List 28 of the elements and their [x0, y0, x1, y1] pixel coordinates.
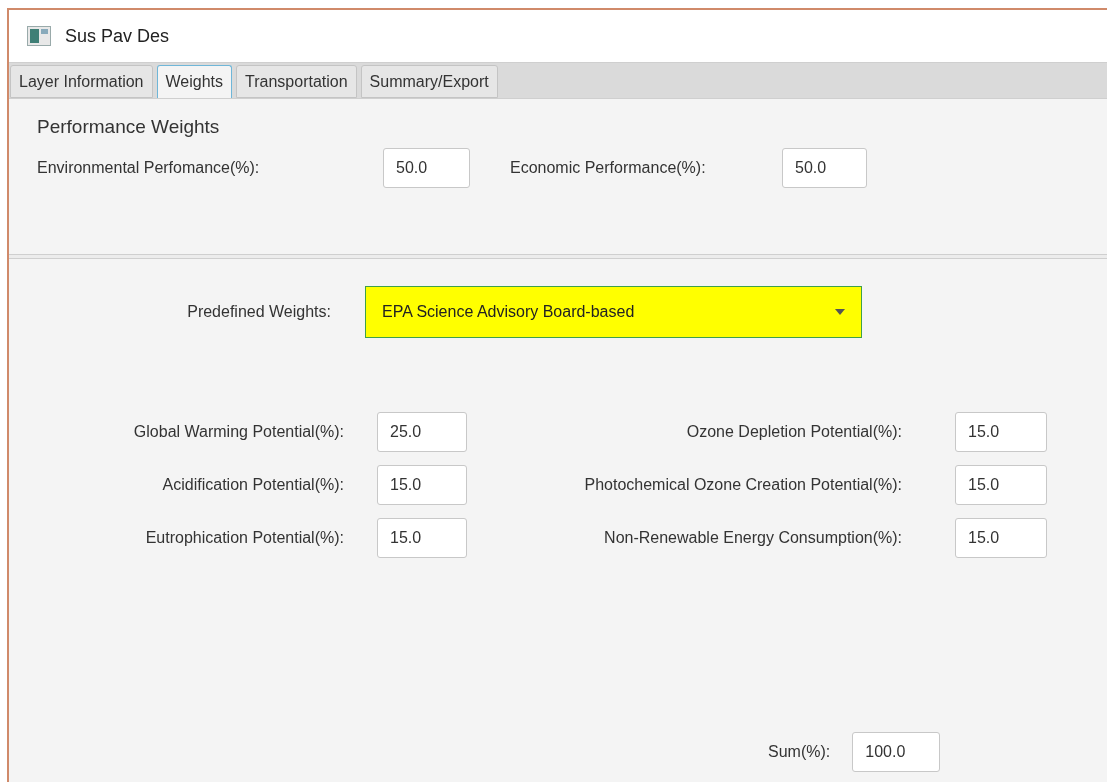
window-title: Sus Pav Des: [65, 24, 170, 48]
tab[interactable]: Layer Information: [10, 65, 153, 98]
caret-icon: [835, 309, 845, 315]
field-label: Non-Renewable Energy Consumption(%):: [603, 528, 903, 548]
tab[interactable]: Weights: [156, 65, 233, 98]
field-label: Eutrophication Potential(%):: [144, 528, 345, 548]
app-icon: [27, 26, 51, 46]
field-label: Photochemical Ozone Creation Potential(%):: [583, 475, 903, 495]
number-field[interactable]: 15.0: [955, 518, 1047, 558]
field-label: Economic Performance(%):: [510, 157, 707, 178]
number-field[interactable]: 15.0: [955, 465, 1047, 505]
dropdown[interactable]: EPA Science Advisory Board-based: [365, 286, 862, 338]
field-label: Ozone Depletion Potential(%):: [685, 422, 903, 442]
field-label: Acidification Potential(%):: [161, 475, 345, 495]
field-label: Predefined Weights:: [186, 302, 331, 322]
number-field[interactable]: 50.0: [782, 147, 867, 188]
number-field[interactable]: 15.0: [377, 465, 467, 505]
number-field[interactable]: 25.0: [377, 412, 467, 452]
field-label: Global Warming Potential(%):: [132, 422, 345, 442]
number-field[interactable]: 15.0: [377, 518, 467, 558]
tab[interactable]: Summary/Export: [360, 65, 498, 98]
number-field[interactable]: 100.0: [852, 732, 941, 772]
section-heading: Performance Weights: [37, 115, 221, 139]
field-label: Sum(%):: [768, 742, 831, 762]
number-field[interactable]: 50.0: [383, 147, 470, 188]
number-field[interactable]: 15.0: [955, 412, 1047, 452]
tab[interactable]: Transportation: [236, 65, 357, 98]
field-label: Environmental Perfomance(%):: [37, 157, 261, 178]
